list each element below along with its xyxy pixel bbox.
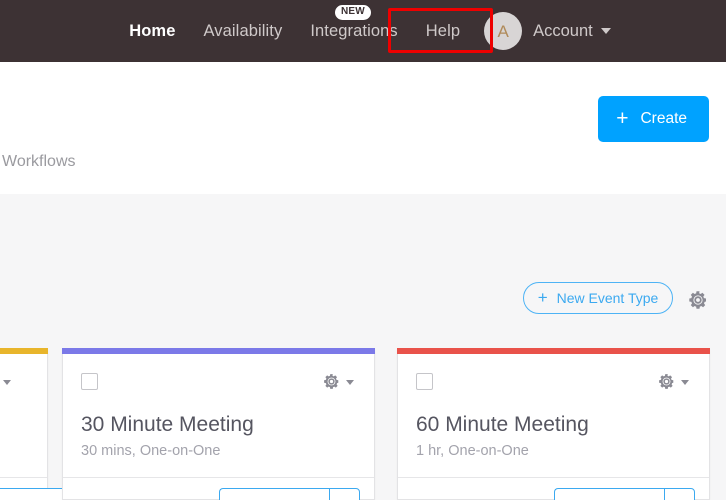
nav-item-help[interactable]: Help (412, 23, 474, 40)
card-settings-menu[interactable] (658, 373, 689, 390)
tab-workflows[interactable]: Workflows (2, 154, 76, 170)
event-type-card[interactable]: 60 Minute Meeting 1 hr, One-on-One (397, 348, 710, 500)
tab-workflows-label: Workflows (2, 153, 76, 170)
card-color-stripe (397, 348, 710, 354)
new-event-type-button[interactable]: + New Event Type (523, 282, 673, 314)
gear-icon[interactable] (688, 290, 708, 310)
card-color-stripe (0, 348, 48, 354)
content-area: + New Event Type 30 Minute Meeting 30 mi… (0, 194, 726, 500)
card-footer (0, 478, 131, 500)
card-color-stripe (62, 348, 375, 354)
chevron-down-icon (3, 380, 11, 385)
create-button-label: Create (640, 110, 687, 128)
copy-link-button[interactable] (219, 488, 329, 500)
copy-link-button-group[interactable] (554, 488, 695, 500)
nav-item-help-label: Help (425, 21, 461, 40)
event-type-card[interactable]: 30 Minute Meeting 30 mins, One-on-One (62, 348, 375, 500)
event-type-card[interactable] (0, 348, 131, 500)
copy-link-dropdown-button[interactable] (329, 488, 360, 500)
chevron-down-icon (346, 380, 354, 385)
chevron-down-icon (681, 380, 689, 385)
plus-icon: + (537, 288, 548, 307)
account-label: Account (533, 21, 593, 40)
create-button[interactable]: + Create (598, 96, 709, 142)
event-cards-container: 30 Minute Meeting 30 mins, One-on-One 60… (0, 348, 726, 500)
event-types-toolbar: + New Event Type (0, 282, 726, 324)
new-event-type-label: New Event Type (556, 290, 659, 306)
plus-icon: + (616, 106, 629, 130)
card-select-checkbox[interactable] (416, 373, 433, 390)
chevron-down-icon (600, 28, 611, 34)
card-footer (63, 478, 374, 500)
sub-header: + Create Workflows (0, 62, 726, 194)
copy-link-dropdown-button[interactable] (664, 488, 695, 500)
gear-icon (659, 374, 674, 389)
avatar-initial: A (497, 21, 509, 41)
copy-link-button-group[interactable] (219, 488, 360, 500)
nav-item-integrations[interactable]: Integrations (296, 23, 411, 40)
nav-item-availability[interactable]: Availability (189, 23, 296, 40)
app-root: Home Availability Integrations Help A Ac… (0, 0, 726, 500)
account-menu[interactable]: A Account (474, 12, 611, 50)
gear-icon (324, 374, 339, 389)
card-subtitle: 30 mins, One-on-One (81, 443, 221, 459)
nav-item-integrations-label: Integrations (310, 21, 398, 40)
card-subtitle: 1 hr, One-on-One (416, 443, 529, 459)
card-footer (398, 478, 709, 500)
new-badge: NEW (335, 5, 371, 20)
card-select-checkbox[interactable] (81, 373, 98, 390)
card-settings-menu[interactable] (0, 373, 11, 390)
nav-item-availability-label: Availability (203, 21, 283, 40)
copy-link-button[interactable] (554, 488, 664, 500)
nav-item-home[interactable]: Home (115, 23, 189, 40)
card-settings-menu[interactable] (323, 373, 354, 390)
card-title: 60 Minute Meeting (416, 413, 589, 436)
card-title: 30 Minute Meeting (81, 413, 254, 436)
nav-item-home-label: Home (129, 21, 176, 40)
tabs-row: Workflows (0, 150, 726, 194)
avatar: A (484, 12, 523, 50)
top-navigation-bar: Home Availability Integrations Help A Ac… (0, 0, 726, 62)
